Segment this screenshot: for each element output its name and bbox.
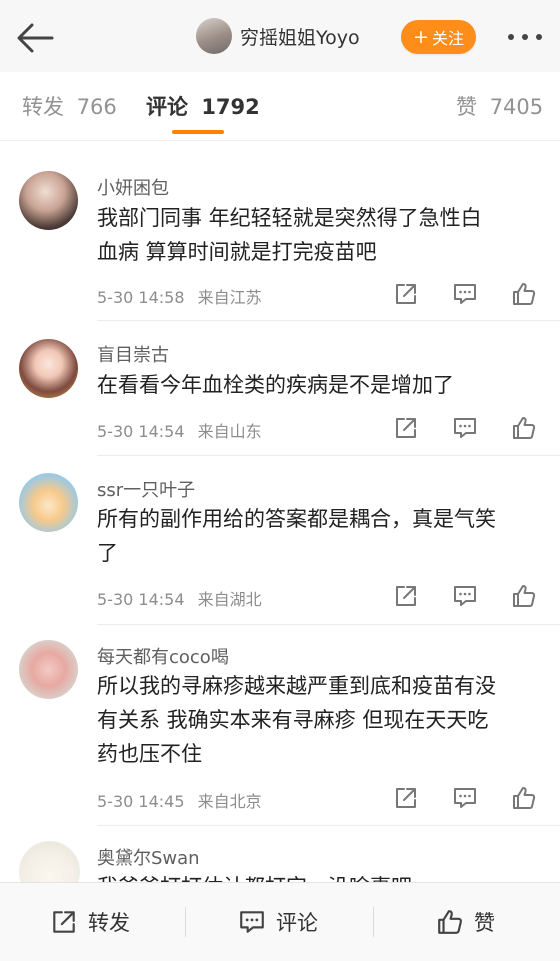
comment-line: 有关系 我确实本来有寻麻疹 但现在天天吃 (97, 708, 489, 732)
comment-line: 我部门同事 年纪轻轻就是突然得了急性白 (97, 206, 482, 230)
comment-text: 我部门同事 年纪轻轻就是突然得了急性白 血病 算算时间就是打完疫苗吧 (97, 201, 547, 269)
comment-line: 我爸爸打打估计都打完，没啥事吧 (97, 870, 547, 882)
share-icon[interactable] (393, 583, 419, 609)
share-icon (53, 911, 75, 933)
comment-text: 在看看今年血栓类的疾病是不是增加了 (97, 368, 547, 402)
comment-divider (97, 624, 560, 625)
comment-divider (97, 825, 560, 826)
tab-likes-label: 赞 (456, 95, 477, 119)
author-avatar[interactable] (196, 18, 232, 54)
reply-icon[interactable] (452, 415, 478, 441)
comment-line: 了 (97, 541, 118, 565)
follow-label: 关注 (431, 29, 464, 48)
repost-button[interactable]: 转发 (50, 883, 130, 961)
share-icon[interactable] (393, 281, 419, 307)
like-label: 赞 (474, 911, 495, 935)
tab-likes[interactable]: 赞 7405 (456, 91, 543, 121)
commenter-name[interactable]: ssr一只叶子 (97, 476, 195, 502)
comment-meta: 5-30 14:54 来自湖北 (97, 586, 262, 610)
active-tab-indicator (172, 130, 224, 134)
reply-icon[interactable] (452, 785, 478, 811)
comment-divider (97, 455, 560, 456)
comment-source: 来自湖北 (197, 590, 262, 609)
comment-text: 所有的副作用给的答案都是耦合，真是气笑 了 (97, 502, 547, 570)
comment-line: 在看看今年血栓类的疾病是不是增加了 (97, 373, 454, 397)
plus-icon: + (413, 25, 429, 48)
comment-icon (240, 911, 264, 933)
tab-comments-count: 1792 (201, 95, 260, 119)
comment-text: 我爸爸打打估计都打完，没啥事吧 (97, 870, 547, 882)
commenter-name[interactable]: 奥黛尔Swan (97, 844, 200, 870)
repost-label: 转发 (88, 911, 130, 935)
comment-time: 5-30 14:54 (97, 590, 185, 609)
tab-comments[interactable]: 评论 1792 (146, 91, 260, 121)
more-options-icon[interactable] (505, 26, 545, 48)
follow-button[interactable]: + 关注 (401, 20, 476, 54)
post-author[interactable]: 穷摇姐姐Yoyo (196, 17, 360, 55)
commenter-name[interactable]: 每天都有coco喝 (97, 643, 229, 669)
comment-line: 血病 算算时间就是打完疫苗吧 (97, 240, 377, 264)
comment-label: 评论 (276, 911, 318, 935)
tab-repost-label: 转发 (22, 95, 64, 119)
comment-meta: 5-30 14:54 来自山东 (97, 418, 262, 442)
commenter-avatar[interactable] (19, 339, 78, 398)
author-name[interactable]: 穷摇姐姐Yoyo (240, 23, 360, 50)
commenter-name[interactable]: 小妍困包 (97, 174, 169, 200)
like-icon[interactable] (511, 281, 537, 307)
comment-line: 所有的副作用给的答案都是耦合，真是气笑 (97, 507, 496, 531)
bar-divider (185, 907, 186, 937)
share-icon[interactable] (393, 415, 419, 441)
share-icon[interactable] (393, 785, 419, 811)
bar-divider (373, 907, 374, 937)
bottom-action-bar: 转发 评论 赞 (0, 882, 560, 961)
like-icon[interactable] (511, 583, 537, 609)
commenter-avatar[interactable] (19, 841, 80, 882)
like-icon (438, 910, 462, 934)
comment-time: 5-30 14:54 (97, 422, 185, 441)
comment-time: 5-30 14:58 (97, 288, 185, 307)
reply-icon[interactable] (452, 281, 478, 307)
tab-repost[interactable]: 转发 766 (22, 91, 117, 121)
comment-list: 小妍困包 我部门同事 年纪轻轻就是突然得了急性白 血病 算算时间就是打完疫苗吧 … (0, 150, 560, 882)
tab-repost-count: 766 (76, 95, 117, 119)
comment-time: 5-30 14:45 (97, 792, 185, 811)
comment-source: 来自北京 (197, 792, 262, 811)
comment-meta: 5-30 14:58 来自江苏 (97, 284, 262, 308)
like-icon[interactable] (511, 415, 537, 441)
tab-likes-count: 7405 (489, 95, 544, 119)
comment-text: 所以我的寻麻疹越来越严重到底和疫苗有没 有关系 我确实本来有寻麻疹 但现在天天吃… (97, 669, 547, 771)
comment-line: 所以我的寻麻疹越来越严重到底和疫苗有没 (97, 674, 496, 698)
like-icon[interactable] (511, 785, 537, 811)
post-tabs: 转发 766 评论 1792 赞 7405 (0, 72, 560, 141)
tab-comments-label: 评论 (146, 95, 188, 119)
back-arrow-icon[interactable] (14, 20, 56, 56)
commenter-avatar[interactable] (19, 640, 78, 699)
comment-button[interactable]: 评论 (238, 883, 318, 961)
commenter-avatar[interactable] (19, 171, 78, 230)
comment-divider (97, 320, 560, 321)
comment-line: 药也压不住 (97, 742, 202, 766)
comment-source: 来自江苏 (197, 288, 262, 307)
commenter-avatar[interactable] (19, 473, 78, 532)
reply-icon[interactable] (452, 583, 478, 609)
top-bar: 穷摇姐姐Yoyo + 关注 (0, 0, 560, 73)
comment-source: 来自山东 (197, 422, 262, 441)
commenter-name[interactable]: 盲目崇古 (97, 341, 169, 367)
like-button[interactable]: 赞 (436, 883, 495, 961)
comment-meta: 5-30 14:45 来自北京 (97, 788, 262, 812)
